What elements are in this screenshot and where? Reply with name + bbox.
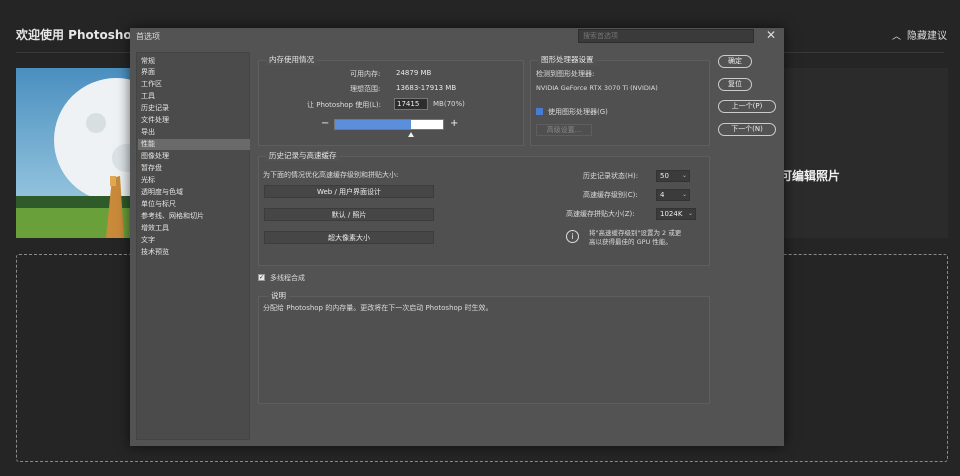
sidebar-item-history[interactable]: 历史记录 bbox=[138, 103, 250, 114]
memory-heading: 内存使用情况 bbox=[266, 54, 317, 65]
use-gpu-label: 使用图形处理器(G) bbox=[548, 108, 608, 116]
ok-button[interactable]: 确定 bbox=[718, 55, 752, 68]
optimize-label: 为下面的情况优化高速缓存级别和拼贴大小: bbox=[263, 171, 399, 179]
memory-group bbox=[258, 60, 524, 146]
use-gpu-checkbox[interactable] bbox=[536, 108, 543, 115]
history-states-label: 历史记录状态(H): bbox=[583, 172, 639, 180]
gpu-heading: 图形处理器设置 bbox=[538, 54, 597, 65]
history-states-select[interactable]: 50 ⌄ bbox=[656, 170, 690, 182]
chevron-down-icon: ⌄ bbox=[681, 191, 687, 198]
chevron-down-icon: ⌄ bbox=[687, 210, 693, 217]
sidebar-item-export[interactable]: 导出 bbox=[138, 127, 250, 138]
memory-slider[interactable] bbox=[334, 119, 444, 130]
ideal-range-value: 13683-17913 MB bbox=[396, 84, 457, 92]
memory-slider-handle[interactable] bbox=[408, 132, 414, 137]
chevron-up-icon: ︿ bbox=[892, 32, 902, 42]
description-heading: 说明 bbox=[268, 290, 289, 301]
memory-use-label: 让 Photoshop 使用(L): bbox=[307, 101, 381, 109]
sidebar-item-guides-grid[interactable]: 参考线、网格和切片 bbox=[138, 211, 250, 222]
history-cache-heading: 历史记录与高速缓存 bbox=[266, 150, 340, 161]
available-memory-label: 可用内存: bbox=[350, 70, 381, 78]
gpu-name: NVIDIA GeForce RTX 3070 Ti (NVIDIA) bbox=[536, 84, 658, 92]
preferences-search-input[interactable] bbox=[578, 29, 754, 43]
available-memory-value: 24879 MB bbox=[396, 69, 432, 77]
cache-tile-value: 1024K bbox=[660, 210, 683, 218]
sidebar-item-performance[interactable]: 性能 bbox=[138, 139, 250, 150]
memory-increase-button[interactable]: + bbox=[450, 118, 458, 129]
reset-button[interactable]: 复位 bbox=[718, 78, 752, 91]
memory-slider-fill bbox=[335, 120, 411, 129]
preferences-sidebar: 常规 界面 工作区 工具 历史记录 文件处理 导出 性能 图像处理 暂存盘 光标… bbox=[136, 52, 250, 440]
home-title: 欢迎使用 Photoshop, bbox=[16, 28, 145, 42]
sidebar-item-image-processing[interactable]: 图像处理 bbox=[138, 151, 250, 162]
multithread-checkbox[interactable]: ✓ bbox=[258, 274, 265, 281]
dialog-title: 首选项 bbox=[136, 32, 160, 41]
sidebar-item-plugins[interactable]: 增效工具 bbox=[138, 223, 250, 234]
multithread-label: 多线程合成 bbox=[270, 274, 305, 282]
advanced-settings-button[interactable]: 高级设置... bbox=[536, 124, 592, 136]
cache-levels-select[interactable]: 4 ⌄ bbox=[656, 189, 690, 201]
sidebar-item-scratch-disks[interactable]: 暂存盘 bbox=[138, 163, 250, 174]
sidebar-item-cursors[interactable]: 光标 bbox=[138, 175, 250, 186]
sidebar-item-workspace[interactable]: 工作区 bbox=[138, 79, 250, 90]
memory-use-input[interactable] bbox=[394, 98, 428, 110]
sidebar-item-type[interactable]: 文字 bbox=[138, 235, 250, 246]
info-text-line2: 高以获得最佳的 GPU 性能。 bbox=[589, 238, 672, 246]
info-icon: i bbox=[566, 230, 579, 243]
previous-button[interactable]: 上一个(P) bbox=[718, 100, 776, 113]
cache-tile-select[interactable]: 1024K ⌄ bbox=[656, 208, 696, 220]
history-states-value: 50 bbox=[660, 172, 669, 180]
huge-pixel-button[interactable]: 超大像素大小 bbox=[264, 231, 434, 244]
web-ui-design-button[interactable]: Web / 用户界面设计 bbox=[264, 185, 434, 198]
sidebar-item-units-rulers[interactable]: 单位与标尺 bbox=[138, 199, 250, 210]
default-photos-button[interactable]: 默认 / 照片 bbox=[264, 208, 434, 221]
sidebar-item-file-handling[interactable]: 文件处理 bbox=[138, 115, 250, 126]
cache-levels-label: 高速缓存级别(C): bbox=[583, 191, 638, 199]
hide-tips-label: 隐藏建议 bbox=[907, 31, 948, 42]
close-icon[interactable]: ✕ bbox=[766, 28, 776, 42]
next-button[interactable]: 下一个(N) bbox=[718, 123, 776, 136]
hide-tips-button[interactable]: ︿ 隐藏建议 bbox=[892, 27, 947, 42]
memory-use-suffix: MB(70%) bbox=[433, 100, 465, 108]
gpu-detected-label: 检测到图形处理器: bbox=[536, 70, 595, 78]
suggestion-thumbnail bbox=[16, 68, 134, 238]
cache-levels-value: 4 bbox=[660, 191, 665, 199]
memory-decrease-button[interactable]: − bbox=[321, 118, 329, 129]
card-title: 可编辑照片 bbox=[780, 169, 841, 183]
sidebar-item-transparency[interactable]: 透明度与色域 bbox=[138, 187, 250, 198]
description-text: 分配给 Photoshop 的内存量。更改将在下一次启动 Photoshop 时… bbox=[263, 304, 493, 312]
chevron-down-icon: ⌄ bbox=[681, 172, 687, 179]
sidebar-item-general[interactable]: 常规 bbox=[138, 56, 250, 67]
cache-tile-label: 高速缓存拼贴大小(Z): bbox=[566, 210, 635, 218]
sidebar-item-interface[interactable]: 界面 bbox=[138, 67, 250, 78]
sidebar-item-tools[interactable]: 工具 bbox=[138, 91, 250, 102]
ideal-range-label: 理想范围: bbox=[350, 85, 381, 93]
sidebar-item-tech-preview[interactable]: 技术预览 bbox=[138, 247, 250, 258]
